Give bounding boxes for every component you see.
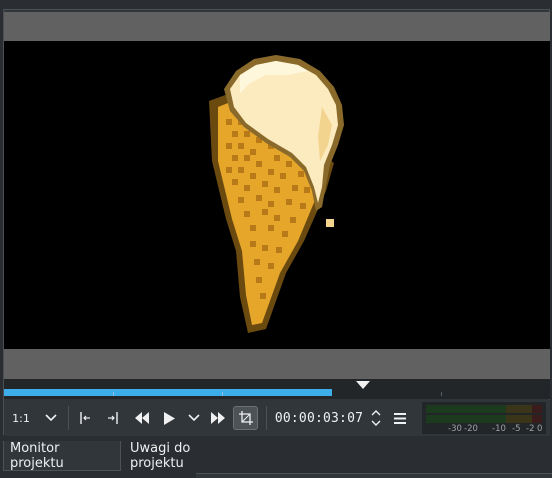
fast-forward-button[interactable] bbox=[206, 406, 230, 430]
bottom-panel-edge bbox=[196, 473, 552, 478]
video-preview[interactable] bbox=[4, 12, 550, 379]
audio-level-meter: -30 -20 -10 -5 -2 0 bbox=[422, 402, 546, 434]
fast-forward-icon bbox=[211, 412, 225, 424]
ruler-tick bbox=[441, 392, 442, 396]
meter-scale-label: -30 bbox=[448, 424, 462, 434]
set-zone-in-icon bbox=[80, 412, 90, 424]
crop-icon bbox=[238, 411, 253, 425]
audio-meter-channel-left bbox=[426, 405, 542, 413]
timecode-field[interactable]: 00:00:03:07 bbox=[274, 406, 364, 430]
tab-project-monitor[interactable]: Monitor projektu bbox=[3, 441, 121, 471]
play-button[interactable] bbox=[158, 406, 180, 430]
top-bar bbox=[0, 0, 552, 9]
set-zone-in-button[interactable] bbox=[74, 406, 96, 430]
tab-project-notes[interactable]: Uwagi do projektu bbox=[124, 441, 250, 471]
set-zone-out-button[interactable] bbox=[102, 406, 124, 430]
set-zone-out-icon bbox=[108, 412, 118, 424]
dock-tab-bar: Monitor projektu Uwagi do projektu bbox=[0, 437, 552, 477]
play-options-button[interactable] bbox=[184, 406, 204, 430]
rewind-icon bbox=[135, 412, 149, 424]
video-frame bbox=[4, 41, 550, 349]
play-icon bbox=[164, 411, 175, 425]
chevron-down-icon bbox=[45, 414, 57, 422]
zoom-dropdown-button[interactable] bbox=[40, 406, 62, 430]
monitor-ruler[interactable] bbox=[4, 379, 550, 399]
timecode-spinner[interactable] bbox=[368, 406, 384, 430]
ruler-tick bbox=[222, 392, 223, 396]
zoom-label[interactable]: 1:1 bbox=[10, 406, 32, 430]
audio-meter-channel-right bbox=[426, 415, 542, 423]
meter-scale-label: 0 bbox=[537, 424, 543, 434]
meter-scale-label: -20 bbox=[464, 424, 478, 434]
rewind-button[interactable] bbox=[130, 406, 154, 430]
monitor-toolbar: 1:1 00:00:03:07 -30 -20 -10 -5 -2 0 bbox=[4, 400, 550, 436]
chevron-down-icon bbox=[188, 414, 200, 422]
meter-scale-label: -10 bbox=[492, 424, 506, 434]
ice-cream-image bbox=[209, 55, 344, 333]
toolbar-separator bbox=[266, 406, 267, 430]
meter-scale-label: -5 bbox=[512, 424, 521, 434]
crop-button[interactable] bbox=[233, 406, 258, 430]
monitor-menu-button[interactable] bbox=[390, 406, 410, 430]
meter-scale-label: -2 bbox=[526, 424, 535, 434]
toolbar-separator bbox=[68, 406, 69, 430]
ruler-tick bbox=[113, 392, 114, 396]
audio-meter-scale: -30 -20 -10 -5 -2 0 bbox=[426, 424, 542, 434]
playhead-marker[interactable] bbox=[356, 381, 370, 389]
zone-progress-bar bbox=[4, 389, 332, 396]
spin-up-down-icon bbox=[371, 410, 381, 426]
hamburger-menu-icon bbox=[394, 412, 406, 424]
